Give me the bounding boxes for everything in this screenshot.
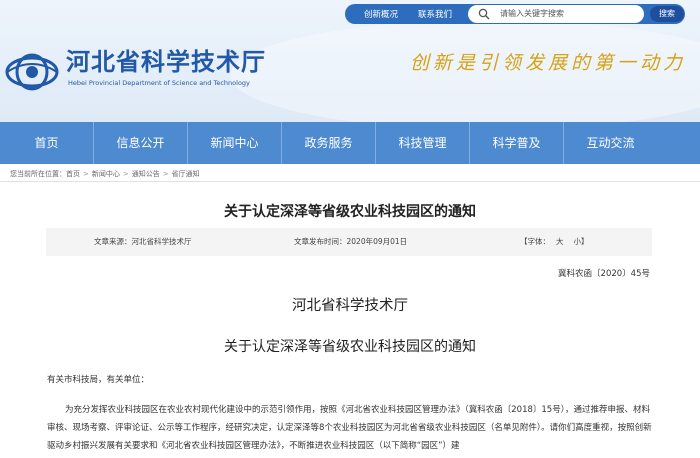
slogan: 创新是引领发展的第一动力 bbox=[410, 52, 687, 74]
font-large-button[interactable]: 大 bbox=[556, 237, 564, 246]
nav-item-info-disclosure[interactable]: 信息公开 bbox=[94, 122, 187, 164]
search-icon bbox=[478, 8, 490, 20]
greeting: 有关市科技局，有关单位： bbox=[47, 375, 150, 385]
breadcrumb-separator-icon: > bbox=[122, 170, 129, 178]
search-placeholder: 请输入关键字搜索 bbox=[500, 9, 564, 18]
breadcrumb-home[interactable]: 首页 bbox=[66, 168, 80, 180]
document-number: 冀科农函〔2020〕45号 bbox=[558, 269, 650, 279]
issuing-organization: 河北省科学技术厅 bbox=[292, 298, 408, 314]
top-link-contact[interactable]: 联系我们 bbox=[418, 8, 452, 22]
top-bar: 创新概况 联系我们 请输入关键字搜索 搜索 bbox=[345, 4, 685, 24]
department-logo[interactable] bbox=[4, 52, 60, 92]
breadcrumb-news-center[interactable]: 新闻中心 bbox=[92, 168, 120, 180]
article-date: 文章发布时间：2020年09月01日 bbox=[294, 237, 408, 246]
nav-item-interaction[interactable]: 互动交流 bbox=[564, 122, 657, 164]
search-button[interactable]: 搜索 bbox=[650, 6, 684, 22]
search-input[interactable]: 请输入关键字搜索 bbox=[468, 5, 644, 23]
site-title[interactable]: 河北省科学技术厅 bbox=[66, 48, 266, 76]
site-header: 创新概况 联系我们 请输入关键字搜索 搜索 河北省科学技术厅 Hebei Pro… bbox=[0, 0, 700, 122]
nav-item-tech-management[interactable]: 科技管理 bbox=[376, 122, 469, 164]
notice-title: 关于认定深泽等省级农业科技园区的通知 bbox=[224, 339, 476, 355]
nav-item-government-services[interactable]: 政务服务 bbox=[282, 122, 375, 164]
font-small-button[interactable]: 小 bbox=[574, 237, 582, 246]
top-link-overview[interactable]: 创新概况 bbox=[364, 8, 398, 22]
font-size-label: 【字体： bbox=[520, 237, 550, 246]
article-meta-bar: 文章来源：河北省科学技术厅 文章发布时间：2020年09月01日 【字体： 大 小】 bbox=[46, 228, 652, 256]
main-nav: 首页 信息公开 新闻中心 政务服务 科技管理 科学普及 互动交流 bbox=[0, 122, 700, 164]
breadcrumb-prefix: 您当前所在位置： bbox=[10, 170, 66, 178]
nav-item-science-popularization[interactable]: 科学普及 bbox=[470, 122, 563, 164]
divider bbox=[0, 181, 700, 182]
breadcrumb-separator-icon: > bbox=[83, 170, 89, 178]
breadcrumb-dept-notices[interactable]: 省厅通知 bbox=[172, 168, 200, 180]
article-title: 关于认定深泽等省级农业科技园区的通知 bbox=[224, 204, 476, 220]
article-body: 为充分发挥农业科技园区在农业农村现代化建设中的示范引领作用，按照《河北省农业科技… bbox=[47, 405, 652, 451]
breadcrumb-notices[interactable]: 通知公告 bbox=[132, 168, 160, 180]
article-source: 文章来源：河北省科学技术厅 bbox=[94, 237, 192, 246]
font-size-control: 【字体： 大 小】 bbox=[520, 237, 589, 247]
nav-item-news-center[interactable]: 新闻中心 bbox=[188, 122, 281, 164]
site-subtitle: Hebei Provincial Department of Science a… bbox=[68, 79, 250, 87]
font-size-close: 】 bbox=[581, 237, 589, 246]
breadcrumb: 您当前所在位置：首页 > 新闻中心 > 通知公告 > 省厅通知 bbox=[10, 168, 200, 180]
nav-item-home[interactable]: 首页 bbox=[0, 122, 93, 164]
breadcrumb-separator-icon: > bbox=[162, 170, 169, 178]
